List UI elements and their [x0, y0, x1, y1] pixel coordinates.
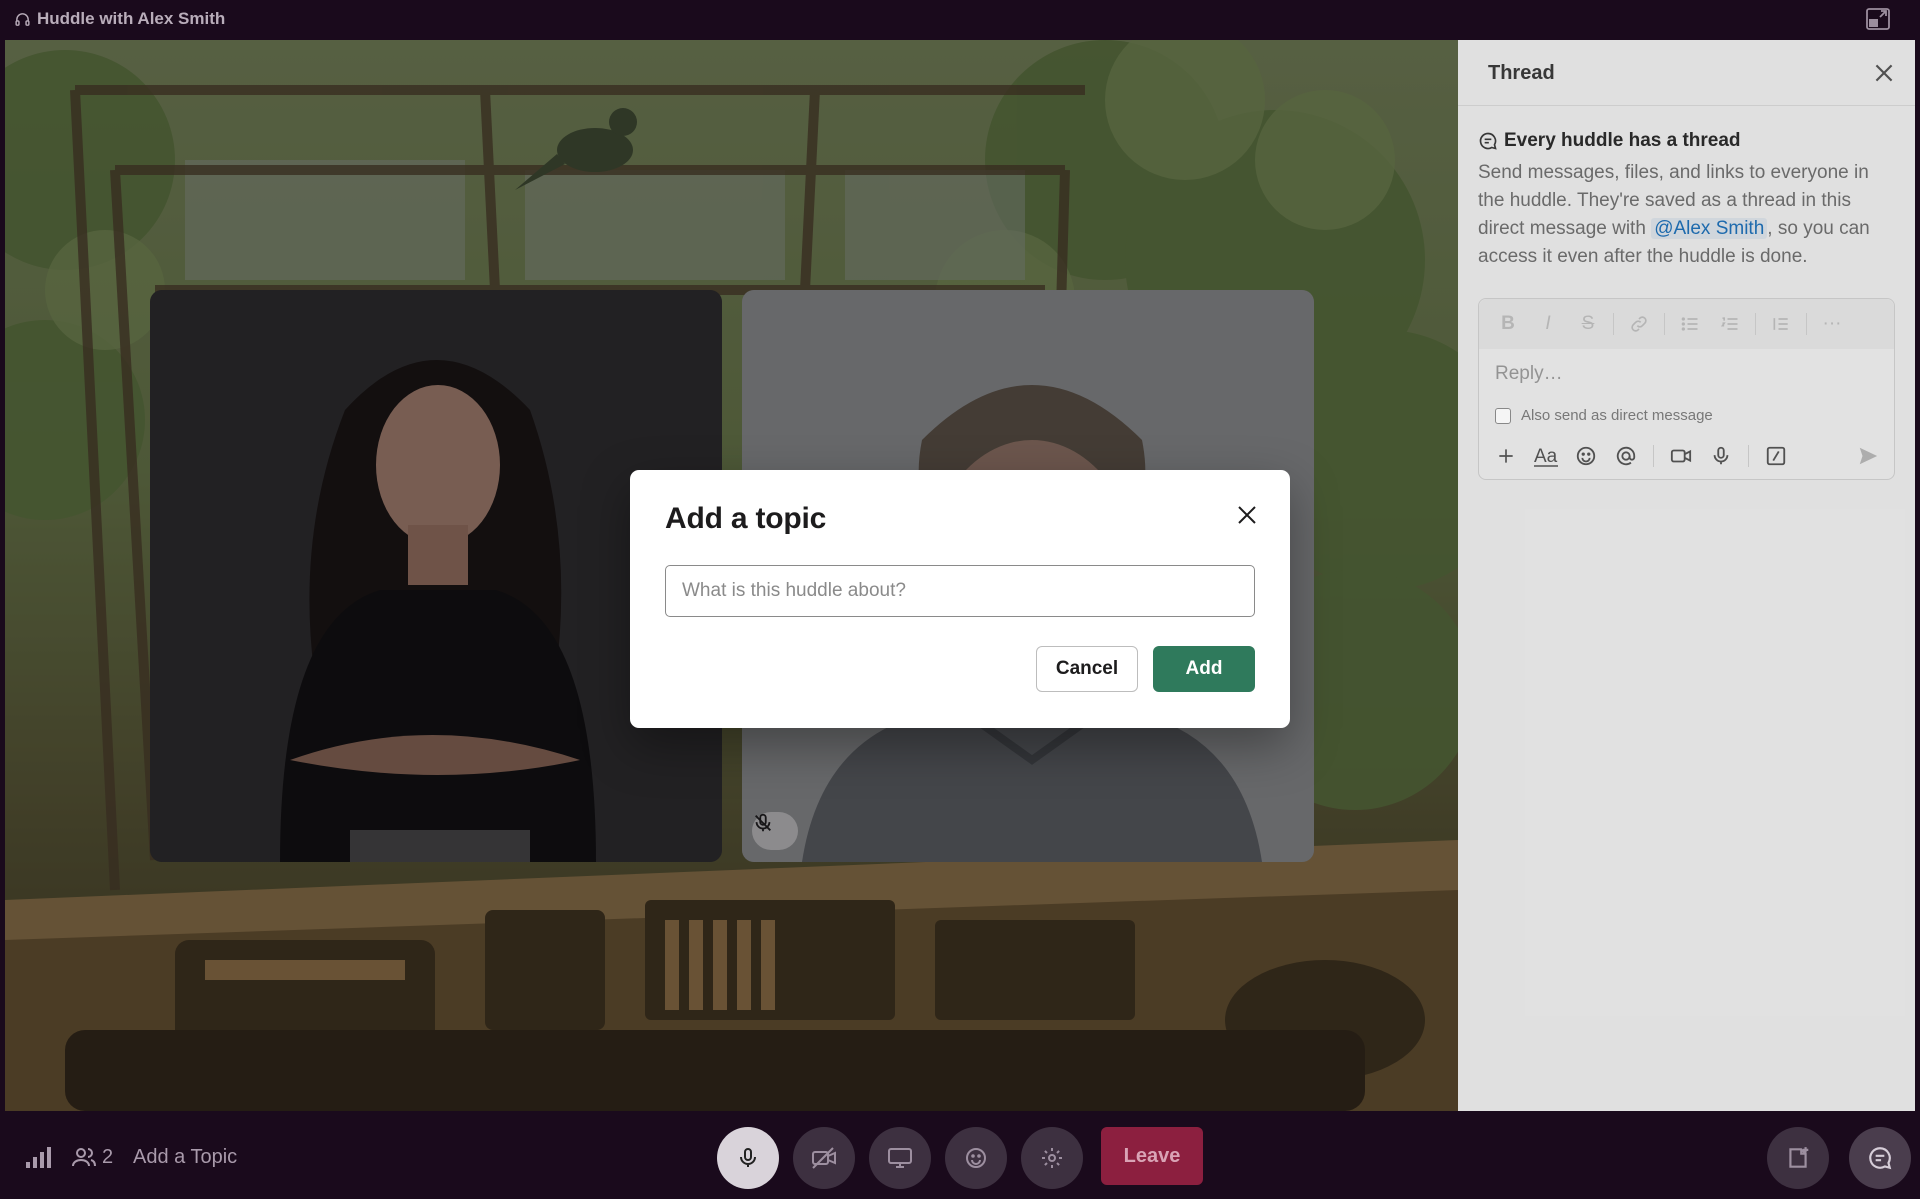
video-toggle-button[interactable] — [793, 1127, 855, 1189]
huddle-controls-bar: 2 Add a Topic Leave — [0, 1111, 1920, 1199]
mic-icon — [736, 1146, 760, 1170]
reaction-button[interactable] — [945, 1127, 1007, 1189]
close-dialog-icon[interactable] — [1230, 498, 1264, 532]
screen-share-button[interactable] — [869, 1127, 931, 1189]
thread-icon — [1867, 1145, 1893, 1171]
window-title-text: Huddle with Alex Smith — [37, 9, 226, 28]
people-icon — [72, 1145, 96, 1169]
popout-icon[interactable] — [1866, 8, 1890, 30]
participant-count-value: 2 — [102, 1145, 114, 1168]
leave-button[interactable]: Leave — [1101, 1127, 1203, 1185]
mic-button[interactable] — [717, 1127, 779, 1189]
reaction-icon — [964, 1146, 988, 1170]
window-title: Huddle with Alex Smith — [14, 8, 225, 30]
settings-icon — [1040, 1146, 1064, 1170]
add-button[interactable]: Add — [1153, 646, 1255, 692]
add-topic-link[interactable]: Add a Topic — [133, 1146, 237, 1169]
canvas-button[interactable] — [1767, 1127, 1829, 1189]
dialog-title: Add a topic — [665, 502, 827, 535]
settings-button[interactable] — [1021, 1127, 1083, 1189]
add-topic-dialog: Add a topic Cancel Add — [630, 470, 1290, 728]
cancel-button[interactable]: Cancel — [1036, 646, 1138, 692]
topic-input[interactable] — [665, 565, 1255, 617]
video-off-icon — [811, 1146, 837, 1170]
panel-backdrop — [1458, 40, 1915, 1111]
connection-signal-icon[interactable] — [24, 1145, 52, 1169]
thread-panel: Thread Every huddle has a thread Send me… — [1458, 40, 1915, 1111]
participants-count[interactable]: 2 — [72, 1144, 113, 1170]
thread-toggle-button[interactable] — [1849, 1127, 1911, 1189]
canvas-icon — [1785, 1145, 1811, 1171]
headphones-icon — [14, 11, 31, 28]
screen-share-icon — [887, 1146, 913, 1170]
title-bar: Huddle with Alex Smith — [0, 0, 1920, 40]
